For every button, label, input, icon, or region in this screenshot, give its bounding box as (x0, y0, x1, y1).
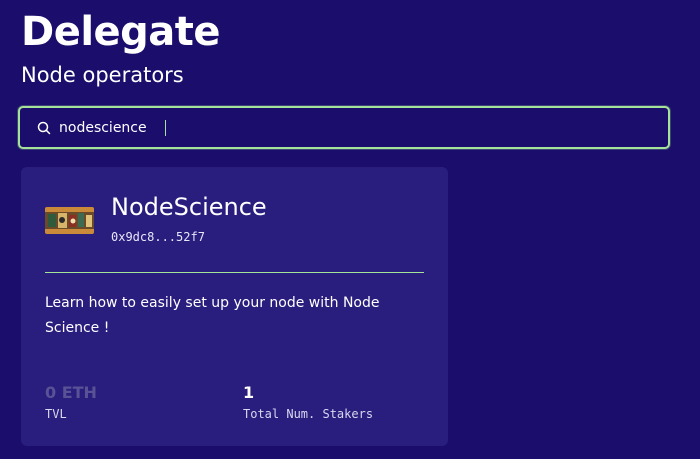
divider (45, 272, 424, 273)
search-box[interactable] (18, 106, 670, 149)
stakers-label: Total Num. Stakers (243, 407, 374, 421)
search-icon (37, 120, 53, 136)
operator-card[interactable]: NodeScience 0x9dc8...52f7 Learn how to e… (21, 167, 448, 446)
page-title: Delegate (21, 9, 221, 55)
stakers-value: 1 (243, 383, 255, 402)
operator-address[interactable]: 0x9dc8...52f7 (111, 230, 205, 244)
operator-description: Learn how to easily set up your node wit… (45, 295, 380, 336)
tvl-label: TVL (45, 407, 67, 421)
section-title: Node operators (21, 63, 184, 87)
operator-avatar (45, 207, 94, 234)
search-input[interactable] (59, 119, 639, 136)
operator-name[interactable]: NodeScience (111, 192, 267, 222)
tvl-value: 0 ETH (45, 383, 97, 402)
text-caret (165, 120, 166, 136)
